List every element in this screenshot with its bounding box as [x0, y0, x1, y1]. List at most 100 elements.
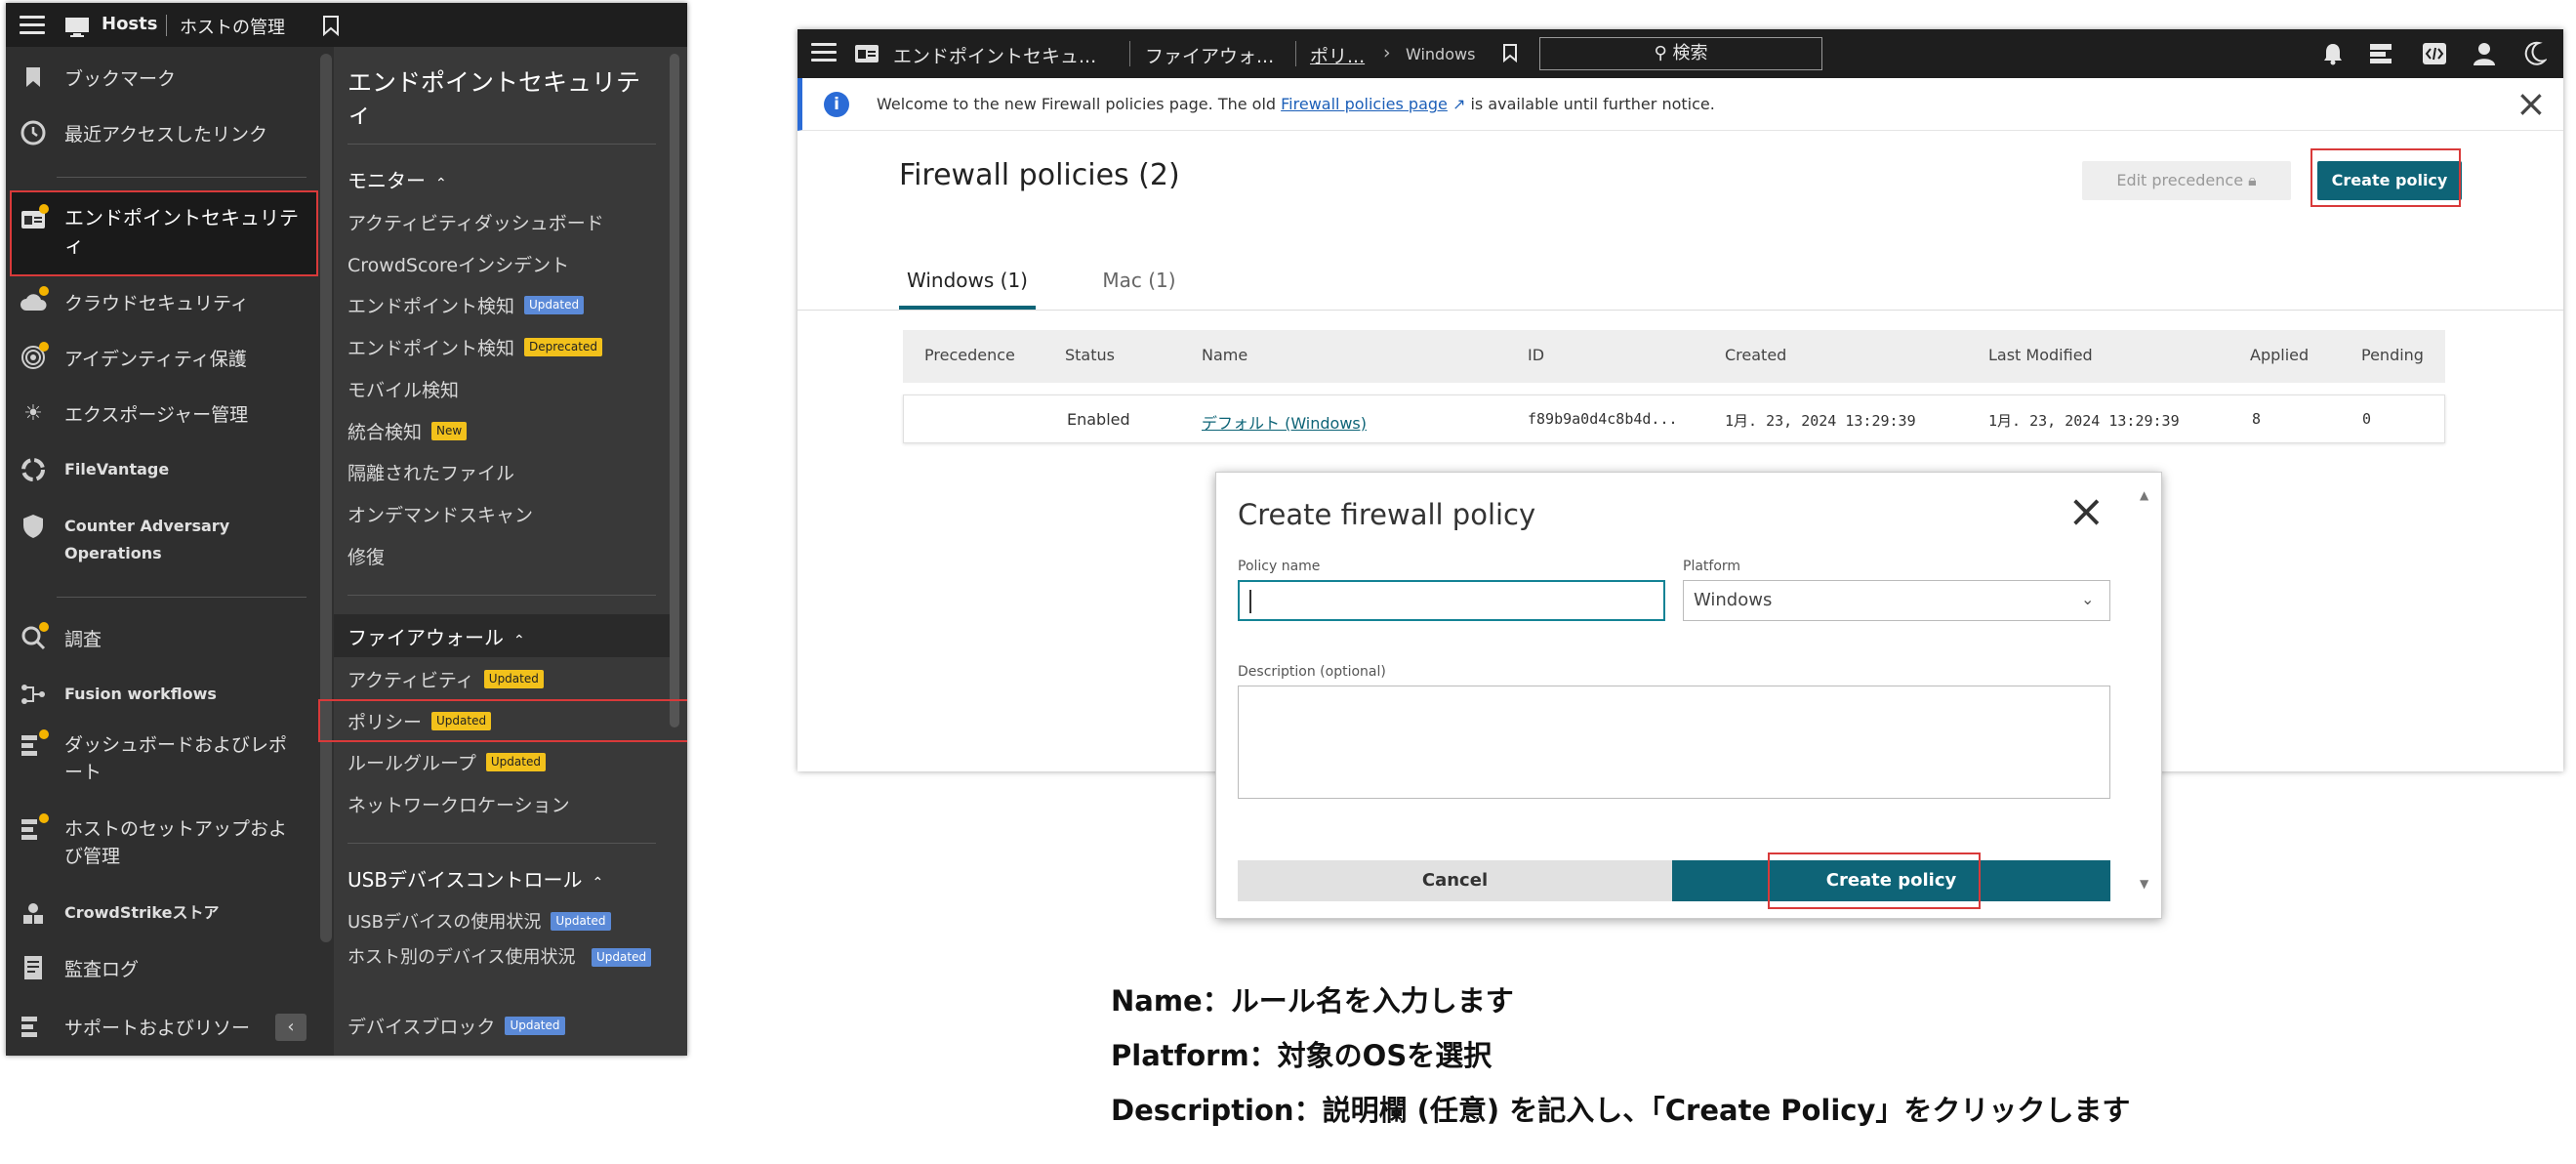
secondary-item[interactable]: エンドポイント検知 Deprecated — [348, 334, 602, 360]
nav-item-support[interactable]: サポートおよびリソー — [20, 1013, 250, 1040]
nav-item-fusion-workflows[interactable]: Fusion workflows — [20, 681, 217, 708]
nav-item-endpoint-security[interactable]: エンドポイントセキュリティ — [20, 204, 308, 259]
secondary-item[interactable]: アクティビティ Updated — [348, 666, 544, 692]
column-header[interactable]: Created — [1725, 346, 1786, 364]
nav-item-exposure-management[interactable]: ☀ エクスポージャー管理 — [20, 399, 248, 427]
user-icon[interactable] — [2473, 42, 2496, 69]
endpoint-security-icon — [20, 204, 49, 233]
secondary-item-label: アクティビティ — [348, 670, 474, 691]
menu-icon[interactable] — [811, 43, 837, 62]
hosts-title[interactable]: Hosts — [102, 14, 157, 34]
nav-item-audit-log[interactable]: 監査ログ — [20, 954, 139, 981]
close-icon[interactable]: × — [2515, 84, 2547, 123]
secondary-item[interactable]: モバイル検知 — [348, 376, 459, 402]
updated-badge: Updated — [524, 296, 585, 314]
chevron-up-icon: ⌃ — [592, 875, 604, 891]
secondary-nav-scrollbar[interactable] — [670, 54, 679, 728]
monitor-icon — [64, 17, 90, 37]
secondary-item[interactable]: オンデマンドスキャン — [348, 501, 533, 527]
primary-nav-scrollbar[interactable] — [320, 54, 332, 942]
breadcrumb-firewall[interactable]: ファイアウォ... — [1145, 42, 1274, 68]
search-box[interactable]: ⚲ 検索 — [1539, 37, 1822, 70]
lock-icon: 🔒︎ — [2248, 171, 2257, 189]
search-icon: ⚲ — [1654, 43, 1667, 63]
nav-item-label: サポートおよびリソー — [64, 1017, 251, 1039]
nav-item-filevantage[interactable]: FileVantage — [20, 456, 169, 483]
nav-item-recent-links[interactable]: 最近アクセスしたリンク — [20, 119, 267, 146]
column-header[interactable]: Precedence — [924, 346, 1015, 364]
section-firewall[interactable]: ファイアウォール ⌃ — [348, 622, 525, 650]
title-divider — [166, 15, 167, 36]
nav-item-dashboards[interactable]: ダッシュボードおよびレポート — [20, 729, 299, 786]
column-header[interactable]: Status — [1065, 346, 1115, 364]
policy-name-link[interactable]: デフォルト (Windows) — [1202, 410, 1367, 434]
secondary-item[interactable]: ホスト別のデバイス使用状況 Updated — [348, 946, 652, 969]
cancel-button[interactable]: Cancel — [1238, 860, 1672, 901]
cell-applied: 8 — [2252, 410, 2262, 428]
nav-item-label: エクスポージャー管理 — [64, 403, 249, 426]
secondary-item[interactable]: 修復 — [348, 543, 385, 569]
secondary-item[interactable]: 統合検知 New — [348, 418, 468, 444]
platform-select[interactable]: Windows — [1683, 580, 2110, 621]
column-header[interactable]: Applied — [2250, 346, 2309, 364]
secondary-item[interactable]: 隔離されたファイル — [348, 459, 514, 485]
new-badge: New — [431, 422, 468, 440]
nav-item-label: アイデンティティ保護 — [64, 348, 247, 370]
nav-item-bookmarks[interactable]: ブックマーク — [20, 63, 176, 91]
description-textarea[interactable] — [1238, 686, 2110, 799]
nav-item-cloud-security[interactable]: クラウドセキュリティ — [20, 286, 249, 315]
nav-item-crowdstrike-store[interactable]: CrowdStrikeストア — [20, 899, 219, 927]
secondary-item[interactable]: CrowdScoreインシデント — [348, 251, 569, 277]
section-usb[interactable]: USBデバイスコントロール ⌃ — [348, 864, 603, 893]
bell-icon[interactable] — [2322, 42, 2344, 69]
notes-icon[interactable] — [2369, 43, 2392, 68]
store-icon — [20, 899, 47, 927]
chevron-up-icon: ⌃ — [435, 176, 447, 191]
nav-item-counter-adversary[interactable]: Counter Adversary Operations — [20, 513, 240, 567]
bookmark-icon[interactable] — [322, 15, 340, 40]
close-icon[interactable]: × — [2067, 488, 2106, 533]
chevron-down-icon[interactable]: ⌄ — [2081, 590, 2094, 608]
column-header[interactable]: ID — [1528, 346, 1544, 364]
nav-item-host-setup[interactable]: ホストのセットアップおよび管理 — [20, 813, 299, 870]
breadcrumb-windows: Windows — [1406, 45, 1476, 63]
breadcrumb-policy[interactable]: ポリ... — [1310, 42, 1365, 68]
menu-icon[interactable] — [20, 16, 45, 35]
counter-adversary-icon — [20, 513, 47, 540]
code-icon[interactable] — [2422, 42, 2447, 69]
secondary-item-label: CrowdScoreインシデント — [348, 255, 570, 276]
scroll-up-icon[interactable]: ▲ — [2140, 488, 2148, 502]
secondary-item-policy[interactable]: ポリシー Updated — [348, 708, 492, 734]
collapse-nav-button[interactable]: ‹ — [275, 1014, 307, 1041]
column-header[interactable]: Last Modified — [1988, 346, 2093, 364]
updated-badge: Updated — [551, 911, 611, 931]
secondary-item[interactable]: エンドポイント検知 Updated — [348, 292, 585, 318]
policy-name-input[interactable] — [1238, 580, 1665, 621]
external-link-icon[interactable]: ↗ — [1452, 95, 1465, 113]
tab-mac[interactable]: Mac (1) — [1081, 269, 1198, 292]
bookmark-icon[interactable] — [1502, 43, 1518, 66]
column-header[interactable]: Name — [1202, 346, 1247, 364]
description-label: Description (optional) — [1238, 664, 1386, 680]
secondary-item[interactable]: アクティビティダッシュボード — [348, 209, 604, 235]
platform-value: Windows — [1694, 590, 1773, 610]
dark-mode-icon[interactable] — [2523, 41, 2549, 70]
secondary-item[interactable]: デバイスブロック Updated — [348, 1013, 565, 1039]
scroll-down-icon[interactable]: ▼ — [2140, 877, 2148, 891]
secondary-item[interactable]: ルールグループ Updated — [348, 749, 546, 775]
old-policies-link[interactable]: Firewall policies page — [1281, 95, 1448, 113]
nav-item-identity-protection[interactable]: アイデンティティ保護 — [20, 342, 247, 371]
secondary-item[interactable]: USBデバイスの使用状況 Updated — [348, 908, 611, 934]
secondary-item[interactable]: ネットワークロケーション — [348, 791, 570, 817]
policy-name-label: Policy name — [1238, 559, 1321, 574]
nav-item-label: ブックマーク — [64, 67, 177, 90]
breadcrumb-endpoint-security[interactable]: エンドポイントセキュ... — [893, 42, 1096, 68]
search-label: 検索 — [1672, 43, 1708, 63]
support-icon — [20, 1013, 47, 1040]
nav-item-investigate[interactable]: 調査 — [20, 622, 102, 651]
column-header[interactable]: Pending — [2361, 346, 2424, 364]
section-monitor[interactable]: モニター ⌃ — [348, 165, 447, 193]
hosts-subtitle[interactable]: ホストの管理 — [180, 14, 285, 39]
investigate-icon — [20, 622, 49, 651]
edit-precedence-button[interactable]: Edit precedence 🔒︎ — [2082, 161, 2291, 200]
